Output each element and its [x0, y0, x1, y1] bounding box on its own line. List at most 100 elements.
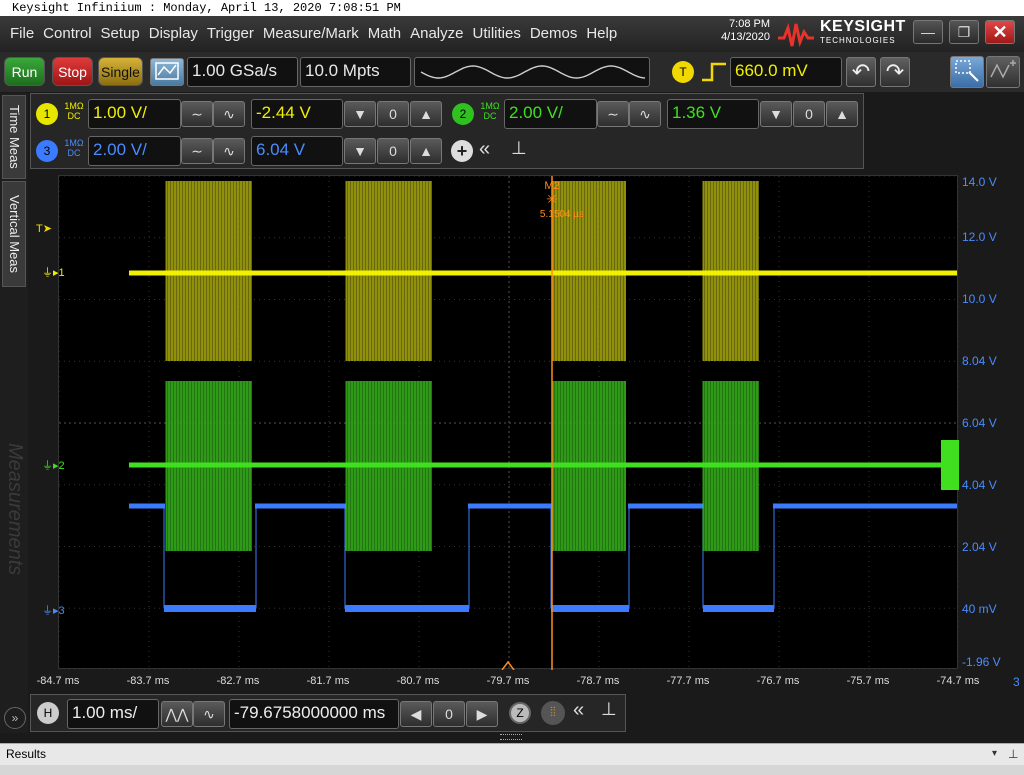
- horizontal-position-field[interactable]: -79.6758000000 ms: [229, 699, 399, 729]
- window-title: Keysight Infiniium : Monday, April 13, 2…: [0, 0, 1024, 16]
- autoscale-button[interactable]: [150, 58, 184, 86]
- menu-math[interactable]: Math: [368, 25, 401, 42]
- marker-arrow-icon: ➤: [42, 223, 52, 235]
- ch2-scale-coarse-button[interactable]: ∼: [597, 101, 629, 127]
- undo-button[interactable]: ↶: [846, 57, 876, 87]
- clock-time: 7:08 PM: [729, 18, 770, 30]
- ch2-offset-down-button[interactable]: ▼: [760, 101, 792, 127]
- rising-edge-icon[interactable]: [700, 60, 728, 84]
- collapse-horizontal-button[interactable]: «: [573, 699, 584, 722]
- horizontal-badge[interactable]: H: [37, 702, 59, 724]
- ch3-offset-field[interactable]: 6.04 V: [251, 136, 343, 166]
- redo-icon: ↷: [885, 59, 905, 84]
- run-button[interactable]: Run: [4, 57, 45, 86]
- ch1-offset-field[interactable]: -2.44 V: [251, 99, 343, 129]
- position-right-button[interactable]: ▶: [466, 701, 498, 727]
- ch1-scale-coarse-button[interactable]: ∼: [181, 101, 213, 127]
- ch1-ground-marker[interactable]: ⏚▸1: [42, 264, 65, 280]
- ch2-input[interactable]: 1MΩ DC: [477, 101, 503, 121]
- ch1-marker-label: 1: [58, 267, 65, 279]
- resize-grip[interactable]: [500, 734, 522, 740]
- clock-date: 4/13/2020: [721, 31, 770, 43]
- waveform-tool-button[interactable]: [986, 56, 1020, 88]
- pin-horizontal-button[interactable]: ⊥: [601, 699, 617, 720]
- results-pin-icon[interactable]: ⊥: [1008, 744, 1018, 764]
- ch3-ground-marker[interactable]: ⏚▸3: [42, 602, 65, 618]
- pin-icon: ⊥: [601, 699, 617, 719]
- ch2-badge[interactable]: 2: [452, 103, 474, 125]
- expand-panel-button[interactable]: »: [4, 707, 26, 729]
- ch1-scale-fine-button[interactable]: ∿: [213, 101, 245, 127]
- position-zero-button[interactable]: 0: [433, 701, 465, 727]
- y-label: 40 mV: [962, 602, 997, 616]
- ch2-offset-field[interactable]: 1.36 V: [667, 99, 759, 129]
- collapse-panel-button[interactable]: «: [479, 138, 490, 161]
- chevron-up-icon: ▲: [419, 143, 433, 159]
- ch3-scale-coarse-button[interactable]: ∼: [181, 138, 213, 164]
- pin-panel-button[interactable]: ⊥: [511, 138, 527, 159]
- ch1-offset-up-button[interactable]: ▲: [410, 101, 442, 127]
- ch3-offset-zero-button[interactable]: 0: [377, 138, 409, 164]
- menu-display[interactable]: Display: [149, 25, 198, 42]
- zoom-box-icon: [955, 60, 979, 82]
- chevron-left-icon: ◀: [410, 706, 422, 722]
- ch3-scale-field[interactable]: 2.00 V/: [88, 136, 181, 166]
- ch3-scale-fine-button[interactable]: ∿: [213, 138, 245, 164]
- menu-trigger[interactable]: Trigger: [207, 25, 254, 42]
- brand-logo: KEYSIGHT TECHNOLOGIES: [776, 19, 906, 49]
- ch1-offset-down-button[interactable]: ▼: [344, 101, 376, 127]
- trigger-badge: T: [672, 61, 694, 83]
- double-chevron-left-icon: «: [573, 699, 585, 721]
- add-channel-button[interactable]: +: [451, 140, 473, 162]
- ch3-input[interactable]: 1MΩ DC: [61, 138, 87, 158]
- minimize-button[interactable]: —: [913, 20, 943, 44]
- y-label: 4.04 V: [962, 478, 997, 492]
- redo-button[interactable]: ↷: [880, 57, 910, 87]
- ch3-badge[interactable]: 3: [36, 140, 58, 162]
- stop-button[interactable]: Stop: [52, 57, 93, 86]
- segments-button[interactable]: ⦙⦙: [541, 701, 565, 725]
- ch1-input[interactable]: 1MΩ DC: [61, 101, 87, 121]
- zoom-select-button[interactable]: [950, 56, 984, 88]
- ch3-offset-down-button[interactable]: ▼: [344, 138, 376, 164]
- close-button[interactable]: ✕: [985, 20, 1015, 44]
- ch2-ground-marker[interactable]: ⏚▸2: [42, 457, 65, 473]
- waveform-display[interactable]: M2 ✳ 5.1504 µs: [58, 175, 960, 671]
- ch1-impedance: 1MΩ: [64, 101, 84, 111]
- ch1-scale-field[interactable]: 1.00 V/: [88, 99, 181, 129]
- zoom-badge[interactable]: Z: [509, 702, 531, 724]
- timebase-scale-field[interactable]: 1.00 ms/: [67, 699, 159, 729]
- tab-time-meas[interactable]: Time Meas: [2, 95, 26, 179]
- menu-measure-mark[interactable]: Measure/Mark: [263, 25, 359, 42]
- trigger-level-field[interactable]: 660.0 mV: [730, 57, 842, 87]
- ch2-offset-up-button[interactable]: ▲: [826, 101, 858, 127]
- memory-depth-field[interactable]: 10.0 Mpts: [300, 57, 411, 87]
- timebase-fine-button[interactable]: ∿: [193, 701, 225, 727]
- menu-control[interactable]: Control: [43, 25, 91, 42]
- menu-analyze[interactable]: Analyze: [410, 25, 463, 42]
- sample-rate-field[interactable]: 1.00 GSa/s: [187, 57, 298, 87]
- restore-button[interactable]: ❐: [949, 20, 979, 44]
- menu-setup[interactable]: Setup: [101, 25, 140, 42]
- trigger-time-marker-icon: [501, 660, 515, 671]
- single-button[interactable]: Single: [98, 57, 143, 86]
- ch2-offset-zero-button[interactable]: 0: [793, 101, 825, 127]
- timebase-coarse-button[interactable]: ⋀⋀: [161, 701, 193, 727]
- ch1-offset-zero-button[interactable]: 0: [377, 101, 409, 127]
- menu-utilities[interactable]: Utilities: [472, 25, 520, 42]
- ground-icon: ⏚: [42, 460, 53, 472]
- wave-coarse-icon: ∼: [607, 106, 619, 122]
- menu-help[interactable]: Help: [586, 25, 617, 42]
- ch2-scale-fine-button[interactable]: ∿: [629, 101, 661, 127]
- plus-icon: +: [456, 141, 468, 161]
- zero-icon: 0: [389, 106, 397, 122]
- results-dropdown-icon[interactable]: ▾: [992, 744, 997, 764]
- ch3-offset-up-button[interactable]: ▲: [410, 138, 442, 164]
- menu-demos[interactable]: Demos: [530, 25, 578, 42]
- ch1-badge[interactable]: 1: [36, 103, 58, 125]
- menu-file[interactable]: File: [10, 25, 34, 42]
- position-left-button[interactable]: ◀: [400, 701, 432, 727]
- oscilloscope-window: Keysight Infiniium : Monday, April 13, 2…: [0, 0, 1024, 775]
- tab-vertical-meas[interactable]: Vertical Meas: [2, 181, 26, 287]
- ch2-scale-field[interactable]: 2.00 V/: [504, 99, 597, 129]
